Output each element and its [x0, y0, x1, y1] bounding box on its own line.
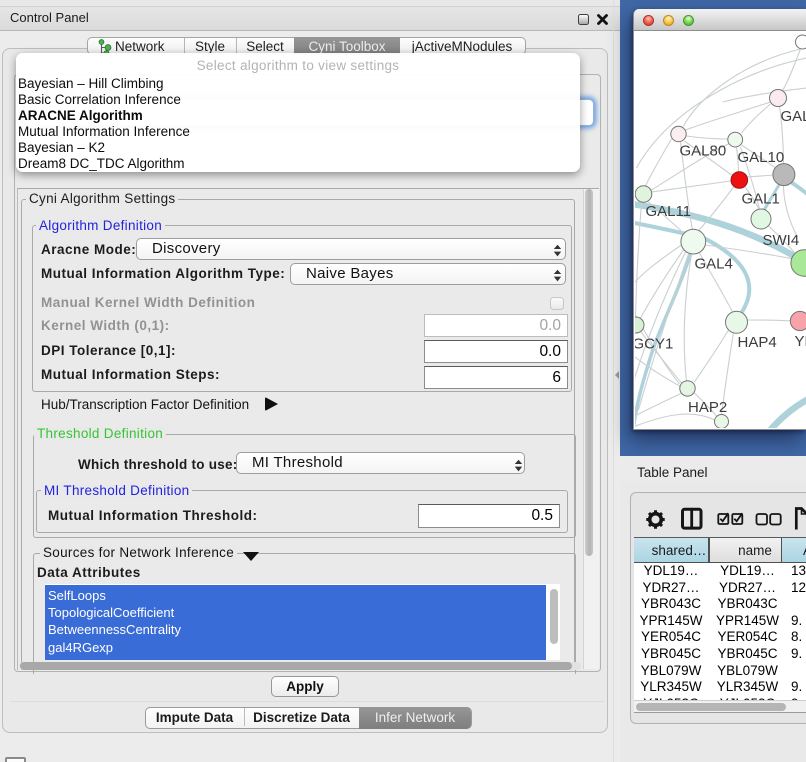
- svg-text:HAP2: HAP2: [688, 399, 727, 416]
- svg-text:YEL: YEL: [794, 333, 806, 350]
- svg-text:GCY1: GCY1: [635, 336, 673, 353]
- svg-text:GAL4: GAL4: [694, 256, 732, 273]
- svg-text:SWI4: SWI4: [762, 232, 799, 249]
- svg-text:HAP4: HAP4: [737, 334, 776, 351]
- svg-text:GAL80: GAL80: [679, 143, 726, 160]
- svg-text:GAL2: GAL2: [780, 108, 806, 125]
- svg-text:GAL1: GAL1: [741, 191, 779, 208]
- svg-text:GAL11: GAL11: [645, 203, 691, 220]
- svg-text:GAL10: GAL10: [737, 149, 784, 166]
